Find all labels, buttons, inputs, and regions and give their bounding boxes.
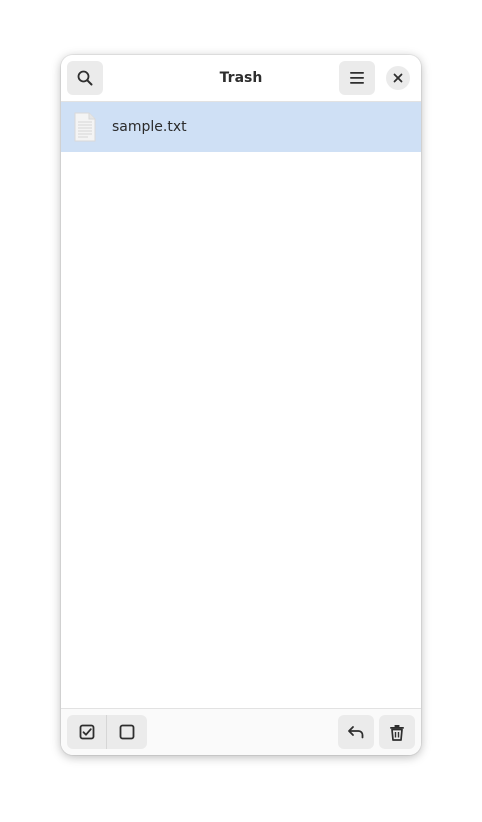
selection-button-group	[67, 715, 147, 749]
close-icon	[393, 73, 403, 83]
undo-arrow-icon	[348, 726, 364, 739]
search-button[interactable]	[67, 61, 103, 95]
checkbox-checked-icon	[79, 724, 94, 740]
trash-window: Trash sample.txt	[61, 55, 421, 755]
close-button[interactable]	[386, 66, 410, 90]
delete-permanently-button[interactable]	[379, 715, 415, 749]
list-item[interactable]: sample.txt	[61, 102, 421, 152]
header-bar: Trash	[61, 55, 421, 102]
restore-button[interactable]	[338, 715, 374, 749]
main-menu-button[interactable]	[339, 61, 375, 95]
file-name: sample.txt	[112, 119, 187, 135]
action-bar	[61, 708, 421, 755]
checkbox-empty-icon	[119, 724, 135, 740]
hamburger-menu-icon	[350, 72, 364, 84]
select-all-button[interactable]	[67, 715, 107, 749]
search-icon	[77, 70, 93, 86]
trash-file-list: sample.txt	[61, 102, 421, 708]
select-none-button[interactable]	[107, 715, 147, 749]
text-document-icon	[74, 112, 96, 142]
trash-icon	[390, 724, 404, 741]
